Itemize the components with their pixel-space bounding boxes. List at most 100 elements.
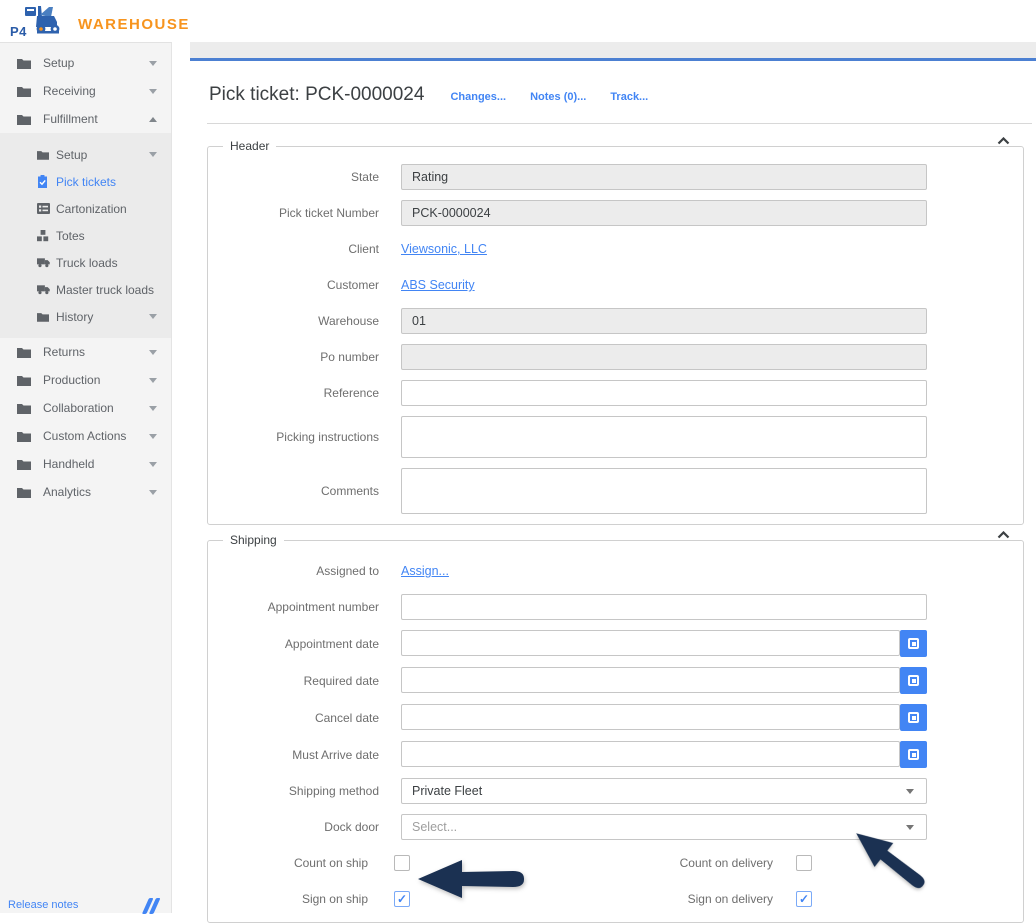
pick-ticket-number-input[interactable] <box>401 200 927 226</box>
must-arrive-date-row: Must Arrive date <box>208 741 1023 768</box>
clipboard-check-icon <box>37 176 50 188</box>
count-on-delivery-label: Count on delivery <box>410 856 773 870</box>
picking-instructions-row: Picking instructions <box>208 416 1023 458</box>
warehouse-input[interactable] <box>401 308 927 334</box>
cancel-date-calendar-button[interactable] <box>900 704 927 731</box>
brand-logo[interactable]: P4 WAREHOUSE <box>10 3 190 39</box>
picking-instructions-label: Picking instructions <box>208 430 401 444</box>
sidebar-item-label: Setup <box>43 56 74 70</box>
state-label: State <box>208 170 401 184</box>
shipping-method-row: Shipping method Private Fleet <box>208 778 1023 804</box>
submenu-item-truck-loads[interactable]: Truck loads <box>0 249 171 276</box>
warehouse-row: Warehouse <box>208 308 1023 334</box>
state-input[interactable] <box>401 164 927 190</box>
sidebar-item-setup[interactable]: Setup <box>0 49 171 77</box>
chevron-up-icon <box>149 117 157 122</box>
required-date-calendar-button[interactable] <box>900 667 927 694</box>
customer-link[interactable]: ABS Security <box>401 278 475 292</box>
calendar-icon <box>908 749 919 760</box>
must-arrive-date-input[interactable] <box>401 741 900 767</box>
required-date-row: Required date <box>208 667 1023 694</box>
chevron-down-icon <box>149 61 157 66</box>
sign-on-ship-checkbox[interactable]: ✓ <box>394 891 410 907</box>
chevron-down-icon <box>149 434 157 439</box>
notes-link[interactable]: Notes (0)... <box>530 91 586 103</box>
folder-icon <box>17 402 31 414</box>
folder-icon <box>37 149 50 161</box>
submenu-item-pick-tickets[interactable]: Pick tickets <box>0 168 171 195</box>
must-arrive-date-label: Must Arrive date <box>208 748 401 762</box>
sidebar-item-fulfillment[interactable]: Fulfillment <box>0 105 171 133</box>
appointment-date-row: Appointment date <box>208 630 1023 657</box>
warehouse-label: Warehouse <box>208 314 401 328</box>
collapse-section-button[interactable] <box>992 137 1015 145</box>
sidebar-item-collaboration[interactable]: Collaboration <box>0 394 171 422</box>
shipping-method-select[interactable]: Private Fleet <box>401 778 927 804</box>
truck-icon <box>37 257 50 269</box>
app-header-bar: P4 WAREHOUSE <box>0 0 1036 42</box>
folder-icon <box>17 346 31 358</box>
dock-door-row: Dock door Select... <box>208 814 1023 840</box>
submenu-item-cartonization[interactable]: Cartonization <box>0 195 171 222</box>
pick-ticket-number-row: Pick ticket Number <box>208 200 1023 226</box>
po-number-row: Po number <box>208 344 1023 370</box>
appointment-number-input[interactable] <box>401 594 927 620</box>
submenu-item-label: Master truck loads <box>56 283 154 297</box>
sidebar-item-production[interactable]: Production <box>0 366 171 394</box>
chevron-down-icon <box>149 314 157 319</box>
picking-instructions-input[interactable] <box>401 416 927 458</box>
dock-door-select[interactable]: Select... <box>401 814 927 840</box>
collapse-sidebar-icon[interactable] <box>141 898 163 919</box>
reference-input[interactable] <box>401 380 927 406</box>
chevron-down-icon <box>149 462 157 467</box>
changes-link[interactable]: Changes... <box>450 91 506 103</box>
sidebar-item-returns[interactable]: Returns <box>0 338 171 366</box>
submenu-item-setup[interactable]: Setup <box>0 141 171 168</box>
submenu-item-label: Cartonization <box>56 202 127 216</box>
sign-on-delivery-checkbox[interactable]: ✓ <box>796 891 812 907</box>
sidebar-item-analytics[interactable]: Analytics <box>0 478 171 506</box>
required-date-input[interactable] <box>401 667 900 693</box>
must-arrive-date-calendar-button[interactable] <box>900 741 927 768</box>
appointment-date-calendar-button[interactable] <box>900 630 927 657</box>
sidebar-nav: Setup Receiving Fulfillment Setup <box>0 43 171 506</box>
title-row: Pick ticket: PCK-0000024 Changes... Note… <box>209 84 1036 106</box>
page-title: Pick ticket: PCK-0000024 <box>209 84 424 106</box>
assigned-to-label: Assigned to <box>208 564 401 578</box>
cancel-date-row: Cancel date <box>208 704 1023 731</box>
chevron-down-icon <box>149 89 157 94</box>
client-link[interactable]: Viewsonic, LLC <box>401 242 487 256</box>
appointment-date-input[interactable] <box>401 630 900 656</box>
client-row: Client Viewsonic, LLC <box>208 236 1023 262</box>
submenu-item-totes[interactable]: Totes <box>0 222 171 249</box>
release-notes-link[interactable]: Release notes <box>8 899 78 911</box>
assigned-to-row: Assigned to Assign... <box>208 558 1023 584</box>
sidebar-item-receiving[interactable]: Receiving <box>0 77 171 105</box>
assign-link[interactable]: Assign... <box>401 564 449 578</box>
state-row: State <box>208 164 1023 190</box>
sidebar-item-custom-actions[interactable]: Custom Actions <box>0 422 171 450</box>
forklift-logo-icon: P4 <box>10 5 66 39</box>
header-section-legend: Header <box>223 139 276 153</box>
shipping-method-label: Shipping method <box>208 784 401 798</box>
cancel-date-input[interactable] <box>401 704 900 730</box>
dock-door-placeholder: Select... <box>412 820 457 834</box>
count-row: Count on ship Count on delivery <box>208 850 1023 876</box>
track-link[interactable]: Track... <box>610 91 648 103</box>
comments-input[interactable] <box>401 468 927 514</box>
collapse-section-button[interactable] <box>992 531 1015 539</box>
submenu-item-label: Totes <box>56 229 85 243</box>
truck-icon <box>37 284 50 296</box>
appointment-number-label: Appointment number <box>208 600 401 614</box>
count-on-ship-checkbox[interactable] <box>394 855 410 871</box>
submenu-item-master-truck-loads[interactable]: Master truck loads <box>0 276 171 303</box>
count-on-delivery-checkbox[interactable] <box>796 855 812 871</box>
sidebar-item-label: Receiving <box>43 84 96 98</box>
submenu-item-history[interactable]: History <box>0 303 171 330</box>
folder-icon <box>17 374 31 386</box>
sidebar-item-handheld[interactable]: Handheld <box>0 450 171 478</box>
fulfillment-submenu: Setup Pick tickets <box>0 133 171 338</box>
po-number-input[interactable] <box>401 344 927 370</box>
sidebar-item-label: Returns <box>43 345 85 359</box>
folder-icon <box>17 85 31 97</box>
